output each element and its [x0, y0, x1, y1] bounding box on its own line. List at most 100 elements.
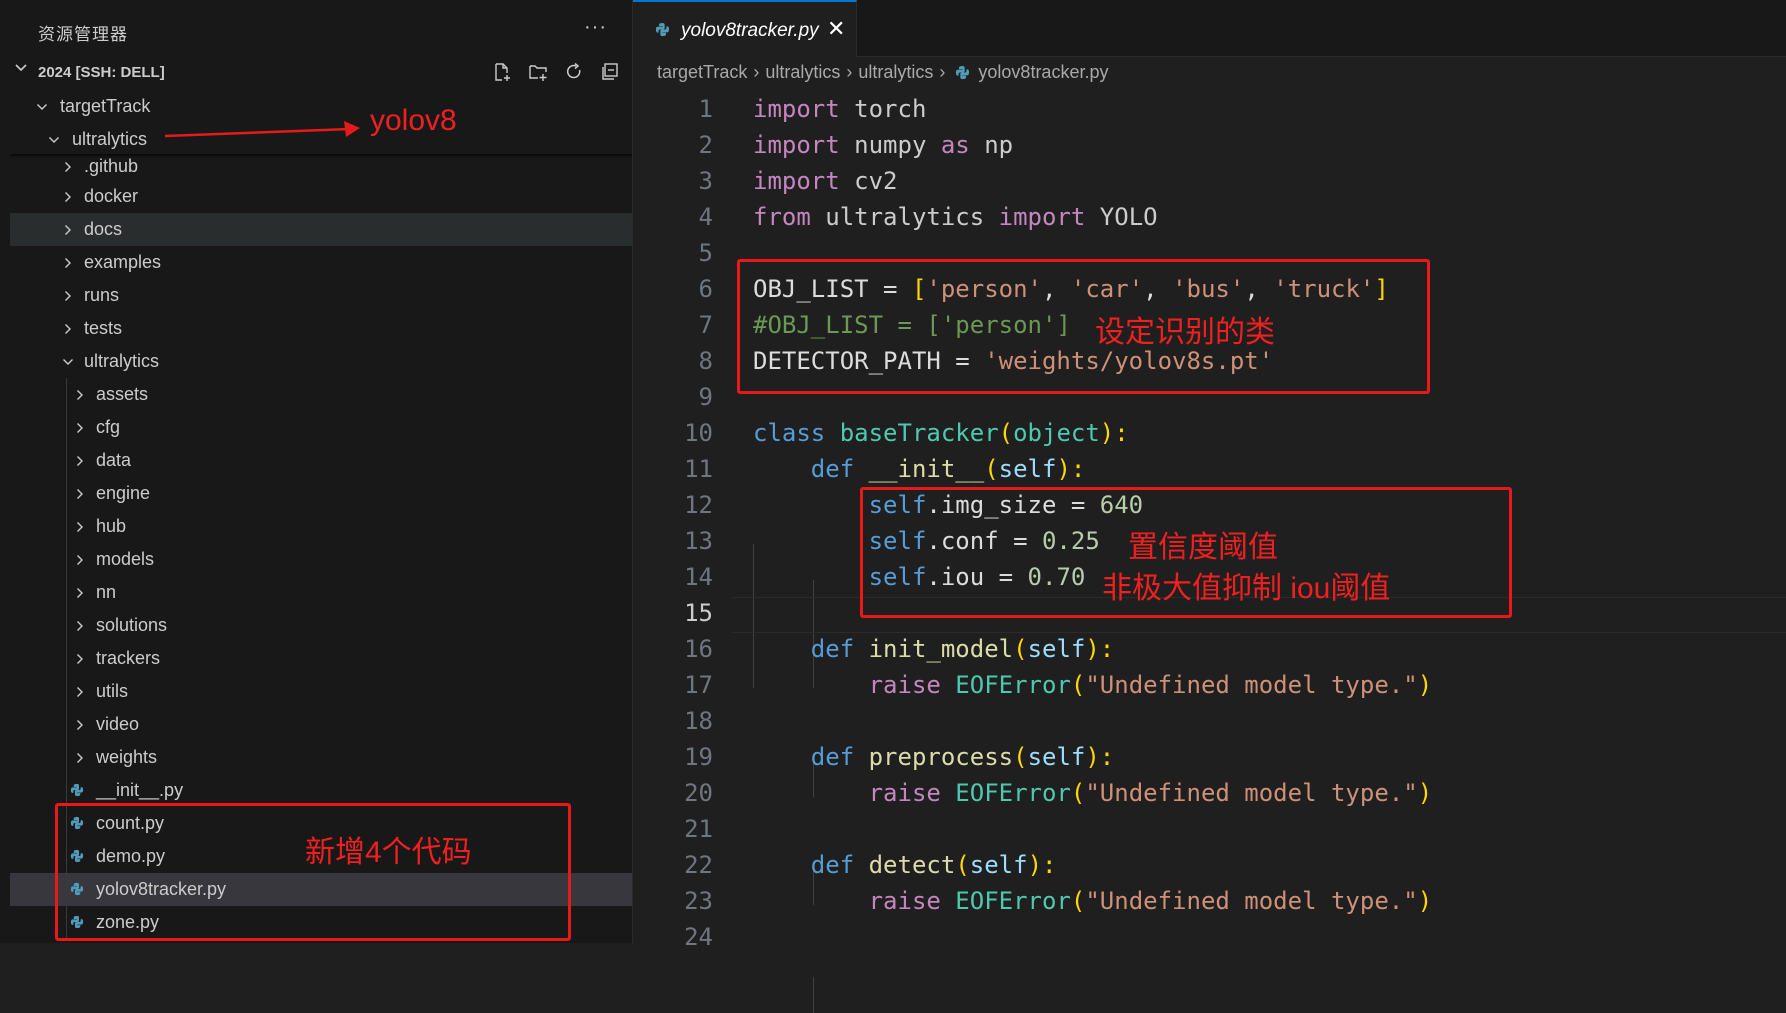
tree-folder-item[interactable]: weights [10, 741, 632, 774]
token: raise [868, 887, 941, 915]
code-line: 10 class baseTracker(object): [633, 416, 1786, 452]
line-number: 17 [684, 671, 713, 699]
tree-item-label: trackers [96, 648, 161, 668]
breadcrumb-item[interactable]: yolov8tracker.py [978, 62, 1108, 83]
annotation-new-files: 新增4个代码 [305, 836, 472, 869]
annotation-iou: 非极大值抑制 iou阈值 [1102, 572, 1391, 605]
new-folder-icon[interactable] [526, 60, 550, 84]
line-number: 14 [684, 563, 713, 591]
chevron-right-icon [72, 411, 88, 444]
tree-folder-item[interactable]: nn [10, 576, 632, 609]
chevron-down-icon [14, 61, 28, 80]
token: ) [1417, 887, 1433, 915]
tree-folder-item[interactable]: solutions [10, 609, 632, 642]
tree-item-label: data [96, 450, 132, 470]
token: EOFError [940, 779, 1071, 807]
annotation-yolov8: yolov8 [370, 104, 457, 137]
token: def [810, 851, 855, 879]
token: object [1013, 419, 1100, 447]
token: ): [1027, 851, 1057, 879]
token: ( [984, 455, 999, 483]
editor-area: yolov8tracker.py ✕ targetTrack › ultraly… [633, 0, 1786, 1013]
tree-item-label: ultralytics [72, 129, 148, 149]
tree-folder-item[interactable]: assets [10, 378, 632, 411]
token: ) [1417, 671, 1433, 699]
tree-folder-item[interactable]: utils [10, 675, 632, 708]
line-number: 18 [684, 707, 713, 735]
tree-folder-item[interactable]: engine [10, 477, 632, 510]
tree-item-label: .github [84, 156, 139, 176]
token: YOLO [1085, 203, 1158, 231]
token: "Undefined model type." [1085, 671, 1418, 699]
breadcrumb-item[interactable]: targetTrack [657, 62, 747, 83]
tree-item-label: video [96, 714, 140, 734]
token: self [998, 455, 1057, 483]
token: from [753, 203, 811, 231]
line-number: 10 [684, 419, 713, 447]
tree-folder-item[interactable]: runs [10, 279, 632, 312]
code-line: 21 [633, 812, 1786, 848]
annotation-classes: 设定识别的类 [1095, 316, 1275, 349]
tree-folder-item[interactable]: hub [10, 510, 632, 543]
chevron-right-icon [60, 180, 76, 213]
tree-item-label: solutions [96, 615, 168, 635]
tree-folder-item[interactable]: trackers [10, 642, 632, 675]
token: numpy [839, 131, 941, 159]
workspace-section-header[interactable]: 2024 [SSH: DELL] [0, 57, 632, 89]
tree-folder-item[interactable]: ultralytics [10, 345, 632, 378]
token: self [969, 851, 1028, 879]
chevron-right-icon [60, 312, 76, 345]
token: torch [839, 95, 927, 123]
line-number: 11 [684, 455, 713, 483]
token: __init__ [854, 455, 985, 483]
annotation-box-new-files [55, 803, 571, 941]
token: raise [868, 671, 941, 699]
breadcrumb-item[interactable]: ultralytics [765, 62, 840, 83]
line-number: 9 [698, 383, 713, 411]
token: import [753, 131, 840, 159]
tree-folder-item[interactable]: models [10, 543, 632, 576]
token: ): [1056, 455, 1086, 483]
tree-folder-item[interactable]: data [10, 444, 632, 477]
indent-guide [813, 977, 814, 1013]
tree-item-label: examples [84, 252, 162, 272]
tree-item-label: runs [84, 285, 120, 305]
line-number: 5 [698, 239, 713, 267]
token: def [810, 635, 855, 663]
token: ( [998, 419, 1014, 447]
annotation-arrow [164, 121, 360, 138]
line-number: 24 [684, 923, 713, 951]
tree-folder-item[interactable]: examples [10, 246, 632, 279]
token: import [998, 203, 1086, 231]
tree-item-label: models [96, 549, 155, 569]
tree-folder-item[interactable]: cfg [10, 411, 632, 444]
chevron-right-icon [72, 543, 88, 576]
tree-folder-item[interactable]: docker [10, 180, 632, 213]
token: def [810, 743, 855, 771]
tab-yolov8tracker[interactable]: yolov8tracker.py ✕ [633, 0, 857, 57]
chevron-right-icon [72, 378, 88, 411]
token: as [940, 131, 970, 159]
breadcrumb-item[interactable]: ultralytics [858, 62, 933, 83]
tree-folder-item[interactable]: video [10, 708, 632, 741]
annotation-box-classes [737, 259, 1430, 394]
code-line: 18 [633, 704, 1786, 740]
code-line: 20 raise EOFError("Undefined model type.… [633, 776, 1786, 812]
new-file-icon[interactable] [490, 60, 514, 84]
chevron-right-icon: › [939, 62, 946, 82]
more-actions-button[interactable]: ··· [584, 16, 607, 39]
workspace-name: 2024 [SSH: DELL] [38, 64, 165, 81]
close-icon[interactable]: ✕ [827, 16, 845, 42]
chevron-right-icon [60, 213, 76, 246]
tree-item-label: hub [96, 516, 127, 536]
line-number: 2 [698, 131, 713, 159]
token: ) [1417, 779, 1433, 807]
refresh-icon[interactable] [562, 60, 586, 84]
tree-folder-item[interactable]: tests [10, 312, 632, 345]
line-number: 16 [684, 635, 713, 663]
tree-folder-item[interactable]: docs [10, 213, 632, 246]
token: ( [1070, 887, 1086, 915]
line-number: 20 [684, 779, 713, 807]
token: class [753, 419, 826, 447]
collapse-all-icon[interactable] [598, 60, 622, 84]
